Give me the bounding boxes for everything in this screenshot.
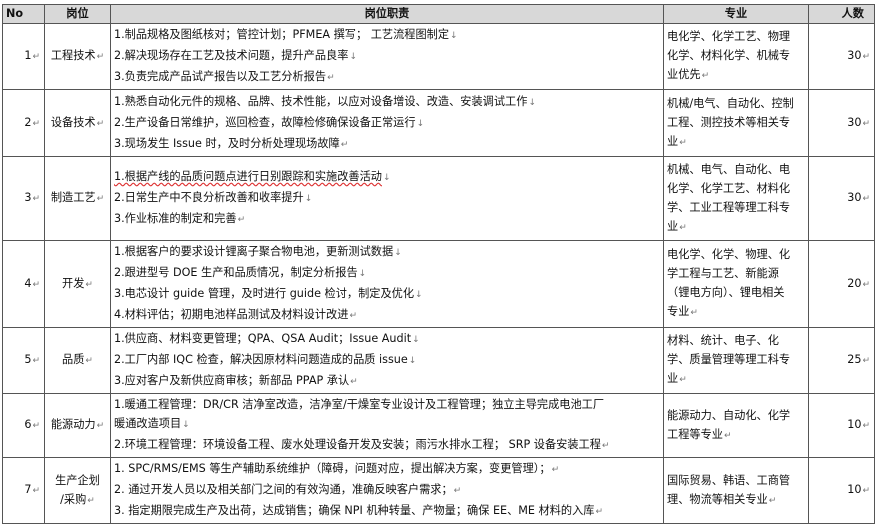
count-cell: 30↵ <box>808 156 875 241</box>
row-number: 4↵ <box>2 240 45 328</box>
position-cell: 能源动力↵ <box>44 393 111 458</box>
count-cell: 25↵ <box>808 327 875 394</box>
duty-line: 3. 指定期限完成生产及出荷，达成销售；确保 NPI 机种转量、产物量；确保 E… <box>114 504 604 517</box>
duty-line: 1.根据产线的品质问题点进行日别跟踪和实施改善活动↓ <box>114 170 391 183</box>
duty-line: 4.材料评估；初期电池样品测试及材料设计改进↵ <box>114 308 357 321</box>
row-number: 3↵ <box>2 156 45 241</box>
position-cell: 制造工艺↵ <box>44 156 111 241</box>
table-row: 5↵ 品质↵ 1.供应商、材料变更管理；QPA、QSA Audit；Issue … <box>2 327 875 394</box>
duty-line: 2. 通过开发人员以及相关部门之间的有效沟通，准确反映客户需求；↵ <box>114 483 462 496</box>
duty-line: 2.工厂内部 IQC 检查，解决因原材料问题造成的品质 issue↓ <box>114 353 417 366</box>
duty-line: 3.应对客户及新供应商审核；新部品 PPAP 承认↵ <box>114 374 358 387</box>
position-table: No 岗位 岗位职责 专业 人数 1↵ 工程技术↵ 1.制品规格及图纸核对；管控… <box>2 4 875 524</box>
table-header-row: No 岗位 岗位职责 专业 人数 <box>2 4 875 24</box>
header-position: 岗位 <box>44 4 111 24</box>
duty-line: 1.根据客户的要求设计锂离子聚合物电池，更新测试数据↓ <box>114 245 402 258</box>
table-row: 6↵ 能源动力↵ 1.暖通工程管理：DR/CR 洁净室改造，洁净室/干燥室专业设… <box>2 393 875 458</box>
duties-cell: 1.根据产线的品质问题点进行日别跟踪和实施改善活动↓ 2.日常生产中不良分析改善… <box>110 156 664 241</box>
row-number: 5↵ <box>2 327 45 394</box>
header-duties: 岗位职责 <box>110 4 664 24</box>
duty-line: 3.现场发生 Issue 时，及时分析处理现场故障↵ <box>114 136 349 150</box>
duties-cell: 1.供应商、材料变更管理；QPA、QSA Audit；Issue Audit↓ … <box>110 327 664 394</box>
table-row: 2↵ 设备技术↵ 1.熟悉自动化元件的规格、品牌、技术性能，以应对设备增设、改造… <box>2 89 875 157</box>
major-cell: 电化学、化学、物理、化 学工程与工艺、新能源 （锂电方向）、锂电相关 专业↵ <box>663 240 809 328</box>
row-number: 1↵ <box>2 23 45 90</box>
duties-cell: 1.熟悉自动化元件的规格、品牌、技术性能，以应对设备增设、改造、安装调试工作↓ … <box>110 89 664 157</box>
duty-line: 2.跟进型号 DOE 生产和品质情况，制定分析报告↓ <box>114 266 367 279</box>
table-row: 7↵ 生产企划 /采购↵ 1. SPC/RMS/EMS 等生产辅助系统维护（障碍… <box>2 457 875 524</box>
header-count: 人数 <box>808 4 875 24</box>
duty-line: 1.熟悉自动化元件的规格、品牌、技术性能，以应对设备增设、改造、安装调试工作↓ <box>114 94 536 108</box>
duty-line: 1.暖通工程管理：DR/CR 洁净室改造，洁净室/干燥室专业设计及工程管理；独立… <box>114 398 605 411</box>
count-cell: 30↵ <box>808 89 875 157</box>
duty-line: 2.生产设备日常维护，巡回检查，故障检修确保设备正常运行↓ <box>114 115 425 129</box>
duties-cell: 1.制品规格及图纸核对；管控计划；PFMEA 撰写； 工艺流程图制定↓ 2.解决… <box>110 23 664 90</box>
duty-line: 3.作业标准的制定和完善↵ <box>114 212 246 225</box>
count-cell: 20↵ <box>808 240 875 328</box>
major-cell: 电化学、化学工艺、物理 化学、材料化学、机械专 业优先↵ <box>663 23 809 90</box>
row-number: 2↵ <box>2 89 45 157</box>
row-number: 6↵ <box>2 393 45 458</box>
count-cell: 10↵ <box>808 457 875 524</box>
duty-line: 1. SPC/RMS/EMS 等生产辅助系统维护（障碍，问题对应，提出解决方案，… <box>114 462 560 475</box>
header-major: 专业 <box>663 4 809 24</box>
table-row: 3↵ 制造工艺↵ 1.根据产线的品质问题点进行日别跟踪和实施改善活动↓ 2.日常… <box>2 156 875 241</box>
count-cell: 30↵ <box>808 23 875 90</box>
duty-line: 1.供应商、材料变更管理；QPA、QSA Audit；Issue Audit↓ <box>114 332 420 345</box>
position-cell: 设备技术↵ <box>44 89 111 157</box>
duty-line: 2.日常生产中不良分析改善和收率提升↓ <box>114 191 313 204</box>
duty-line: 3.负责完成产品试产报告以及工艺分析报告↵ <box>114 70 335 83</box>
duty-line: 2.环境工程管理：环境设备工程、废水处理设备开发及安装；雨污水排水工程； SRP… <box>114 438 610 451</box>
duties-cell: 1.暖通工程管理：DR/CR 洁净室改造，洁净室/干燥室专业设计及工程管理；独立… <box>110 393 664 458</box>
duties-cell: 1.根据客户的要求设计锂离子聚合物电池，更新测试数据↓ 2.跟进型号 DOE 生… <box>110 240 664 328</box>
duties-cell: 1. SPC/RMS/EMS 等生产辅助系统维护（障碍，问题对应，提出解决方案，… <box>110 457 664 524</box>
table-row: 1↵ 工程技术↵ 1.制品规格及图纸核对；管控计划；PFMEA 撰写； 工艺流程… <box>2 23 875 90</box>
header-no: No <box>2 4 45 24</box>
duty-line: 2.解决现场存在工艺及技术问题，提升产品良率↓ <box>114 49 357 62</box>
position-cell: 品质↵ <box>44 327 111 394</box>
major-cell: 机械/电气、自动化、控制 工程、测控技术等相关专 业↵ <box>663 89 809 157</box>
duty-line: 3.电芯设计 guide 管理，及时进行 guide 检讨，制定及优化↓ <box>114 287 423 300</box>
duty-line: 暖通改造项目↓ <box>114 417 190 430</box>
major-cell: 机械、电气、自动化、电 化学、化学工艺、材料化 学、工业工程等理工科专 业↵ <box>663 156 809 241</box>
position-cell: 工程技术↵ <box>44 23 111 90</box>
major-cell: 国际贸易、韩语、工商管 理、物流等相关专业↵ <box>663 457 809 524</box>
row-number: 7↵ <box>2 457 45 524</box>
major-cell: 材料、统计、电子、化 学、质量管理等理工科专 业↵ <box>663 327 809 394</box>
position-cell: 开发↵ <box>44 240 111 328</box>
duty-line: 1.制品规格及图纸核对；管控计划；PFMEA 撰写； 工艺流程图制定↓ <box>114 28 458 41</box>
position-cell: 生产企划 /采购↵ <box>44 457 111 524</box>
count-cell: 10↵ <box>808 393 875 458</box>
document-page: No 岗位 岗位职责 专业 人数 1↵ 工程技术↵ 1.制品规格及图纸核对；管控… <box>0 0 876 524</box>
major-cell: 能源动力、自动化、化学 工程等专业↵ <box>663 393 809 458</box>
table-row: 4↵ 开发↵ 1.根据客户的要求设计锂离子聚合物电池，更新测试数据↓ 2.跟进型… <box>2 240 875 328</box>
